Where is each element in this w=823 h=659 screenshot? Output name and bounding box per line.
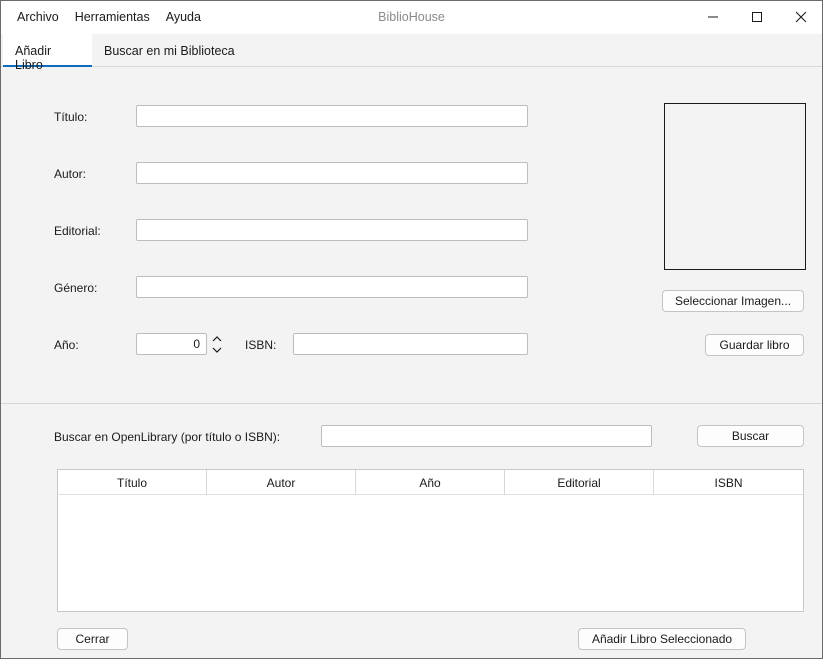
titulo-input[interactable] (136, 105, 528, 127)
column-header-isbn[interactable]: ISBN (654, 470, 803, 495)
anio-spinner[interactable] (209, 333, 225, 357)
close-window-button[interactable] (779, 1, 823, 33)
column-header-anio[interactable]: Año (356, 470, 505, 495)
add-selected-book-button[interactable]: Añadir Libro Seleccionado (578, 628, 746, 650)
menu-archivo[interactable]: Archivo (17, 10, 59, 24)
tab-anadir-libro[interactable]: Añadir Libro (3, 34, 92, 72)
menu-ayuda[interactable]: Ayuda (166, 10, 201, 24)
autor-input[interactable] (136, 162, 528, 184)
tab-bar: Añadir Libro Buscar en mi Biblioteca (1, 34, 822, 72)
maximize-icon (752, 12, 762, 22)
anio-label: Año: (54, 338, 79, 352)
menu-bar: Archivo Herramientas Ayuda (17, 10, 201, 24)
tab-buscar-biblioteca[interactable]: Buscar en mi Biblioteca (92, 34, 247, 67)
save-book-button[interactable]: Guardar libro (705, 334, 804, 356)
chevron-up-icon[interactable] (209, 333, 225, 345)
minimize-button[interactable] (691, 1, 735, 33)
autor-label: Autor: (54, 167, 87, 181)
column-header-editorial[interactable]: Editorial (505, 470, 654, 495)
editorial-input[interactable] (136, 219, 528, 241)
column-header-autor[interactable]: Autor (207, 470, 356, 495)
editorial-label: Editorial: (54, 224, 101, 238)
maximize-button[interactable] (735, 1, 779, 33)
select-image-button[interactable]: Seleccionar Imagen... (662, 290, 804, 312)
minimize-icon (708, 16, 718, 18)
genero-input[interactable] (136, 276, 528, 298)
isbn-label: ISBN: (245, 338, 277, 352)
anio-spinner-input[interactable] (136, 333, 207, 355)
column-header-titulo[interactable]: Título (58, 470, 207, 495)
close-button[interactable]: Cerrar (57, 628, 128, 650)
cover-image-preview (664, 103, 806, 270)
genero-label: Género: (54, 281, 98, 295)
app-window: Archivo Herramientas Ayuda BiblioHouse A… (0, 0, 823, 659)
results-table[interactable]: Título Autor Año Editorial ISBN (57, 469, 804, 612)
close-icon (795, 11, 807, 23)
title-bar: Archivo Herramientas Ayuda BiblioHouse (1, 1, 822, 34)
search-button[interactable]: Buscar (697, 425, 804, 447)
section-divider (1, 403, 822, 404)
titulo-label: Título: (54, 110, 88, 124)
chevron-down-icon[interactable] (209, 345, 225, 357)
menu-herramientas[interactable]: Herramientas (75, 10, 150, 24)
table-header: Título Autor Año Editorial ISBN (58, 470, 803, 495)
openlibrary-search-label: Buscar en OpenLibrary (por título o ISBN… (54, 430, 281, 444)
openlibrary-search-input[interactable] (321, 425, 652, 447)
isbn-input[interactable] (293, 333, 528, 355)
